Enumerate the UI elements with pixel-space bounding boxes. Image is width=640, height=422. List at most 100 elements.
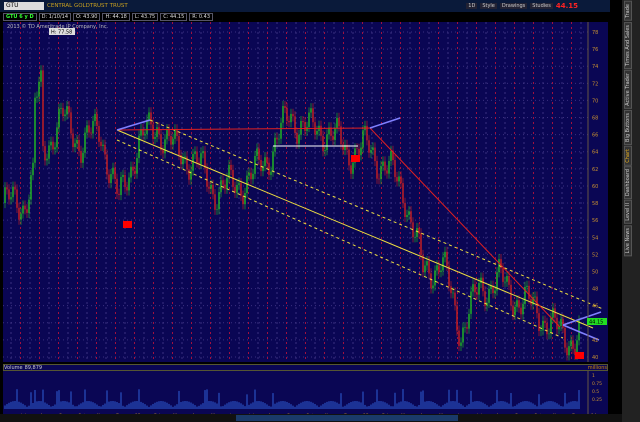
candle-body [172, 138, 174, 145]
volume-bar [564, 392, 566, 409]
side-tab-level-ii[interactable]: Level II [624, 200, 632, 225]
volume-bar [342, 406, 344, 409]
candle-body [50, 141, 52, 146]
period-button[interactable]: 1D [466, 3, 478, 9]
y-tick-label: 62 [592, 167, 598, 173]
side-tab-dashboard[interactable]: Dashboard [624, 166, 632, 200]
volume-header: Volume 89,879 millions [3, 364, 608, 371]
volume-bar [506, 402, 508, 409]
volume-bar [100, 406, 102, 409]
volume-bar [464, 406, 466, 409]
volume-bar [40, 401, 42, 409]
candle-body [60, 107, 62, 109]
candle-body [110, 174, 112, 184]
candle-body [134, 170, 136, 174]
candle-body [254, 156, 256, 174]
volume-bar [78, 404, 80, 409]
y-tick-label: 74 [592, 64, 598, 70]
volume-bar [108, 401, 110, 409]
symbol-input[interactable]: GTU [4, 2, 44, 10]
candle-body [84, 132, 86, 153]
pitchfork-line [116, 119, 151, 131]
volume-bar [566, 403, 568, 409]
volume-bar [550, 401, 552, 409]
aggregation[interactable]: GTU 6 y D [3, 12, 37, 21]
side-panel: Trade Times And Sales Active Trader Big But… [622, 0, 640, 422]
side-tab-big-buttons[interactable]: Big Buttons [624, 109, 632, 145]
volume-bar [322, 404, 324, 409]
volume-bar [92, 402, 94, 409]
volume-bar [470, 390, 472, 409]
side-tab-active-trader[interactable]: Active Trader [624, 69, 632, 109]
y-tick-label: 66 [592, 133, 598, 139]
candle-body [570, 340, 572, 347]
volume-bar [272, 393, 274, 409]
candle-body [336, 117, 338, 129]
candle-body [510, 284, 512, 306]
candle-body [124, 174, 126, 188]
volume-bar [444, 403, 446, 409]
candle-body [12, 186, 14, 198]
volume-bar [546, 401, 548, 409]
candle-body [488, 288, 490, 303]
candle-body [554, 308, 556, 318]
side-tab-trade[interactable]: Trade [624, 1, 632, 21]
candle-body [360, 147, 362, 156]
candle-body [534, 296, 536, 298]
volume-bar [354, 401, 356, 409]
volume-bar [248, 404, 250, 409]
side-tab-live-news[interactable]: Live News [624, 225, 632, 257]
candle-body [178, 136, 180, 155]
volume-bar [176, 404, 178, 409]
candle-body [70, 112, 72, 134]
studies-button[interactable]: Studies [530, 3, 553, 9]
volume-bar [540, 404, 542, 409]
candle-body [396, 177, 398, 182]
volume-bar [414, 405, 416, 409]
volume-bar [166, 402, 168, 409]
candle-body [92, 121, 94, 134]
volume-bar [138, 389, 140, 409]
candle-body [464, 327, 466, 328]
candle-body [42, 70, 44, 147]
side-tab-chart[interactable]: Chart [624, 145, 632, 166]
candle-body [268, 162, 270, 175]
volume-bar [294, 406, 296, 409]
candle-body [408, 211, 410, 215]
volume-bar [312, 402, 314, 409]
volume-bar [522, 401, 524, 409]
candle-body [286, 108, 288, 121]
volume-bar [392, 406, 394, 409]
volume-bar [26, 406, 28, 409]
volume-bar [200, 404, 202, 409]
candle-body [150, 112, 152, 125]
candle-body [362, 130, 364, 148]
side-tab-times-and-sales[interactable]: Times And Sales [624, 21, 632, 69]
volume-bar [188, 401, 190, 409]
candle-body [356, 148, 358, 149]
volume-bar [404, 401, 406, 409]
volume-bar [192, 403, 194, 409]
volume-bar [316, 405, 318, 409]
volume-chart[interactable]: JulAugSepOctNovDec12FebMarAprMayJunJulAu… [3, 371, 618, 419]
drawings-button[interactable]: Drawings [499, 3, 528, 9]
candle-body [28, 199, 30, 213]
candle-body [386, 170, 388, 174]
price-chart[interactable]: 7876747270686664626058565452504846444240… [3, 22, 608, 362]
volume-bar [118, 403, 120, 409]
volume-bar [532, 403, 534, 409]
candle-body [126, 187, 128, 191]
candle-body [38, 81, 40, 97]
candle-body [40, 70, 42, 82]
candle-body [68, 106, 70, 113]
volume-bar [326, 401, 328, 409]
candle-body [164, 139, 166, 154]
horizontal-scrollbar[interactable] [236, 415, 458, 421]
candle-body [334, 128, 336, 141]
volume-bar [238, 402, 240, 409]
volume-bar [484, 403, 486, 409]
volume-bar [194, 405, 196, 409]
volume-bar [366, 406, 368, 409]
volume-bar [324, 402, 326, 409]
style-button[interactable]: Style [480, 3, 497, 9]
